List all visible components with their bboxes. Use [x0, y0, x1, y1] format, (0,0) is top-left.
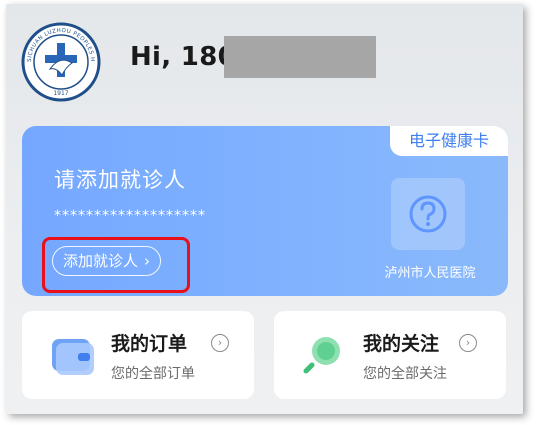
- greeting-text: Hi, 180: [130, 42, 236, 72]
- hospital-logo: 1917 SICHUAN LUZHOU PEOPLES HOSPITAL: [17, 17, 102, 103]
- qr-placeholder[interactable]: [391, 178, 465, 250]
- follow-title: 我的关注: [363, 333, 440, 355]
- follow-tile[interactable]: 我的关注 › 您的全部关注: [274, 311, 506, 399]
- orders-title: 我的订单: [111, 333, 188, 355]
- wallet-icon: [52, 339, 94, 375]
- masked-id: *******************: [54, 208, 206, 224]
- question-icon: [409, 195, 447, 233]
- chevron-circle-icon: ›: [211, 334, 229, 352]
- card-title: 请添加就诊人: [54, 168, 186, 192]
- follow-subtitle: 您的全部关注: [363, 366, 447, 382]
- chevron-circle-icon: ›: [459, 334, 477, 352]
- search-icon: [303, 337, 340, 374]
- redacted-phone: [224, 36, 376, 78]
- highlight-box: [42, 237, 190, 293]
- orders-subtitle: 您的全部订单: [111, 366, 195, 382]
- orders-tile[interactable]: 我的订单 › 您的全部订单: [22, 311, 254, 399]
- logo-year: 1917: [53, 90, 68, 97]
- health-card-tag[interactable]: 电子健康卡: [390, 126, 508, 156]
- hospital-name: 泸州市人民医院: [384, 266, 476, 281]
- app-frame: 1917 SICHUAN LUZHOU PEOPLES HOSPITAL Hi,…: [6, 4, 523, 414]
